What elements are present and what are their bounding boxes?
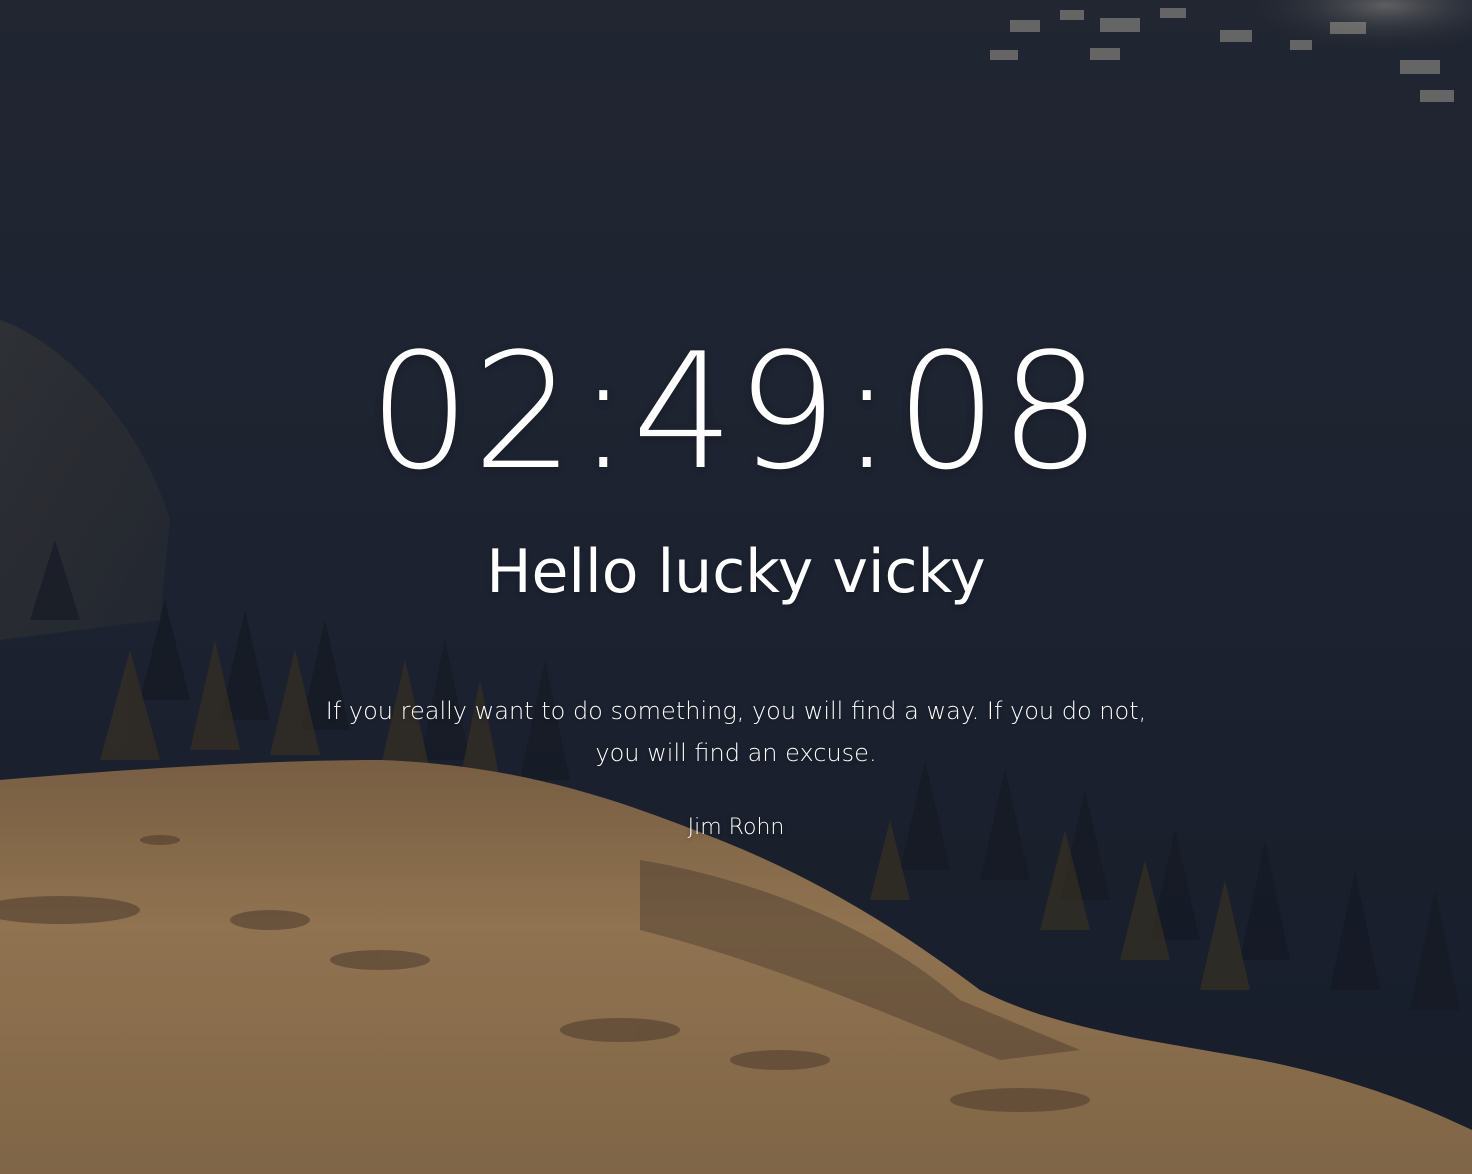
quote-text: If you really want to do something, you … [325,697,1147,767]
greeting-text[interactable]: Hello lucky vicky [0,536,1472,608]
quote-author: Jim Rohn [687,815,785,840]
momentum-screen: 02:49:08 Hello lucky vicky If you really… [0,0,1472,1174]
clock-display: 02:49:08 [368,318,1104,505]
dashboard-center: 02:49:08 Hello lucky vicky If you really… [0,0,1472,1174]
